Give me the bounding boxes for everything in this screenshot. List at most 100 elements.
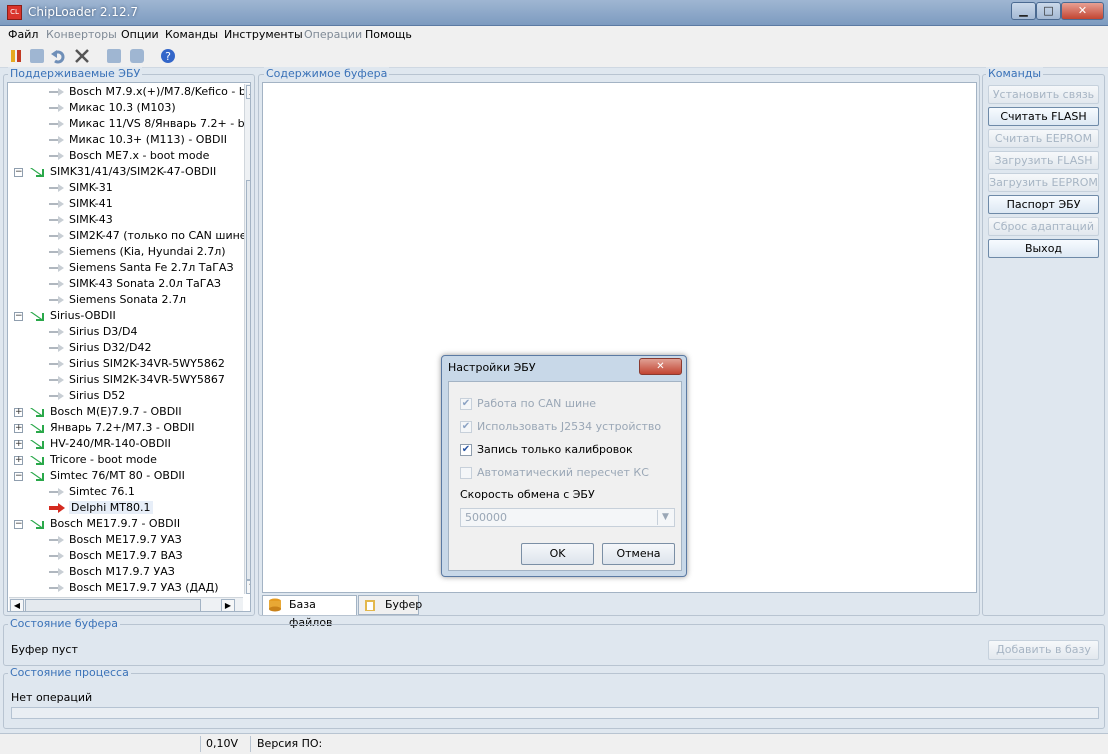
- tree-group-node[interactable]: Tricore - boot mode: [30, 452, 157, 468]
- red-arrow-icon: [49, 503, 65, 513]
- option-checkbox[interactable]: ✔: [460, 398, 472, 410]
- tree-leaf-node[interactable]: Sirius SIM2K-34VR-5WY5862: [49, 356, 225, 372]
- maximize-button[interactable]: □: [1036, 2, 1061, 20]
- menu-operations[interactable]: Операции: [304, 28, 362, 41]
- speed-select[interactable]: 500000 ▼: [460, 508, 675, 527]
- menu-tools[interactable]: Инструменты: [224, 28, 303, 41]
- tree-leaf-node[interactable]: Bosch M7.9.x(+)/M7.8/Kefico - boot mo: [49, 84, 250, 100]
- menu-options[interactable]: Опции: [121, 28, 159, 41]
- command-button[interactable]: Установить связь: [988, 85, 1099, 104]
- expand-icon[interactable]: +: [14, 408, 23, 417]
- option-label[interactable]: Работа по CAN шине: [477, 397, 596, 410]
- tab-buffer[interactable]: Буфер: [358, 595, 422, 615]
- chevron-down-icon[interactable]: ▼: [657, 510, 673, 525]
- tree-leaf-node[interactable]: Siemens (Kia, Hyundai 2.7л): [49, 244, 226, 260]
- minimize-button[interactable]: ▁: [1011, 2, 1036, 20]
- copy-icon[interactable]: [106, 48, 122, 64]
- tree-leaf-node[interactable]: Bosch ME17.9.7 УАЗ (ДАД): [49, 580, 219, 596]
- tree-leaf-node[interactable]: Sirius D32/D42: [49, 340, 151, 356]
- tree-node-label: Микас 10.3 (M103): [69, 101, 176, 114]
- tree-leaf-node[interactable]: Sirius D52: [49, 388, 125, 404]
- add-to-database-button[interactable]: Добавить в базу: [988, 640, 1099, 660]
- tree-vertical-scrollbar[interactable]: ▲ ▼: [244, 84, 250, 594]
- tree-leaf-node[interactable]: Bosch M17.9.7 УАЗ: [49, 564, 175, 580]
- menu-help[interactable]: Помощь: [365, 28, 412, 41]
- scroll-left-icon[interactable]: ◀: [10, 599, 24, 611]
- undo-icon[interactable]: [50, 48, 66, 64]
- tree-group-node[interactable]: Sirius-OBDII: [30, 308, 116, 324]
- tree-leaf-node[interactable]: Siemens Santa Fe 2.7л ТаГАЗ: [49, 260, 234, 276]
- collapse-icon[interactable]: −: [14, 520, 23, 529]
- tree-leaf-node[interactable]: Delphi MT80.1: [49, 500, 153, 516]
- scroll-down-icon[interactable]: ▼: [246, 580, 250, 594]
- tree-leaf-node[interactable]: Bosch ME17.9.7 ВАЗ: [49, 548, 183, 564]
- tree-leaf-node[interactable]: Микас 10.3 (M103): [49, 100, 176, 116]
- command-button[interactable]: Паспорт ЭБУ: [988, 195, 1099, 214]
- menu-converters[interactable]: Конверторы: [46, 28, 117, 41]
- tree-group-node[interactable]: SIMK31/41/43/SIM2K-47-OBDII: [30, 164, 216, 180]
- option-label[interactable]: Запись только калибровок: [477, 443, 633, 456]
- tree-leaf-node[interactable]: Микас 11/VS 8/Январь 7.2+ - boot m: [49, 116, 250, 132]
- status-separator: [250, 736, 251, 752]
- help-icon[interactable]: ?: [160, 48, 176, 64]
- command-button[interactable]: Загрузить EEPROM: [988, 173, 1099, 192]
- option-label[interactable]: Автоматический пересчет КС: [477, 466, 649, 479]
- save-icon[interactable]: [29, 48, 45, 64]
- expand-icon[interactable]: +: [14, 456, 23, 465]
- expand-icon[interactable]: +: [14, 424, 23, 433]
- hscroll-thumb[interactable]: [25, 599, 201, 611]
- ok-button[interactable]: OK: [521, 543, 594, 565]
- ecu-tree[interactable]: Bosch M7.9.x(+)/M7.8/Kefico - boot mo Мик…: [7, 82, 251, 612]
- command-button[interactable]: Загрузить FLASH: [988, 151, 1099, 170]
- tree-leaf-node[interactable]: SIMK-31: [49, 180, 113, 196]
- menu-file[interactable]: Файл: [8, 28, 38, 41]
- option-label[interactable]: Использовать J2534 устройство: [477, 420, 661, 433]
- tree-group-node[interactable]: HV-240/MR-140-OBDII: [30, 436, 171, 452]
- option-checkbox[interactable]: ✔: [460, 444, 472, 456]
- tree-leaf-node[interactable]: Sirius SIM2K-34VR-5WY5867: [49, 372, 225, 388]
- tools-icon[interactable]: [74, 48, 90, 64]
- tree-leaf-node[interactable]: SIMK-41: [49, 196, 113, 212]
- scroll-right-icon[interactable]: ▶: [221, 599, 235, 611]
- option-checkbox[interactable]: [460, 467, 472, 479]
- tree-group-node[interactable]: Bosch ME17.9.7 - OBDII: [30, 516, 180, 532]
- cancel-button[interactable]: Отмена: [602, 543, 675, 565]
- tree-group-node[interactable]: Bosch M(E)7.9.7 - OBDII: [30, 404, 182, 420]
- tab-file-database[interactable]: База файлов: [262, 595, 357, 629]
- dialog-close-button[interactable]: ✕: [639, 358, 682, 375]
- tree-node-label: Bosch M7.9.x(+)/M7.8/Kefico - boot mo: [69, 85, 250, 98]
- collapse-icon[interactable]: −: [14, 472, 23, 481]
- tree-leaf-node[interactable]: Siemens Sonata 2.7л: [49, 292, 186, 308]
- tree-leaf-node[interactable]: Bosch ME7.x - boot mode: [49, 148, 209, 164]
- tree-leaf-node[interactable]: SIMK-43 Sonata 2.0л ТаГАЗ: [49, 276, 221, 292]
- tree-node-label: SIMK-43: [69, 213, 113, 226]
- green-arrow-icon: [30, 456, 44, 465]
- connect-icon[interactable]: [8, 48, 24, 64]
- command-button[interactable]: Выход: [988, 239, 1099, 258]
- paste-icon[interactable]: [129, 48, 145, 64]
- tree-leaf-node[interactable]: SIMK-43: [49, 212, 113, 228]
- menu-commands[interactable]: Команды: [165, 28, 218, 41]
- close-button[interactable]: ✕: [1061, 2, 1104, 20]
- expand-icon[interactable]: +: [14, 440, 23, 449]
- green-arrow-icon: [30, 312, 44, 321]
- title-bar[interactable]: CL ChipLoader 2.12.7 ▁ □ ✕: [0, 0, 1108, 26]
- collapse-icon[interactable]: −: [14, 312, 23, 321]
- tree-leaf-node[interactable]: Микас 10.3+ (M113) - OBDII: [49, 132, 227, 148]
- option-checkbox[interactable]: ✔: [460, 421, 472, 433]
- tree-node-label: Delphi MT80.1: [69, 501, 153, 514]
- tree-leaf-node[interactable]: SIM2K-47 (только по CAN шине): [49, 228, 250, 244]
- tree-horizontal-scrollbar[interactable]: ◀ ▶: [9, 597, 243, 611]
- scroll-thumb[interactable]: [246, 180, 250, 580]
- command-button[interactable]: Считать FLASH: [988, 107, 1099, 126]
- tree-group-node[interactable]: Simtec 76/MT 80 - OBDII: [30, 468, 185, 484]
- command-button[interactable]: Считать EEPROM: [988, 129, 1099, 148]
- scroll-up-icon[interactable]: ▲: [246, 85, 250, 99]
- gray-arrow-icon: [49, 152, 64, 160]
- command-button[interactable]: Сброс адаптаций: [988, 217, 1099, 236]
- tree-leaf-node[interactable]: Sirius D3/D4: [49, 324, 137, 340]
- tree-group-node[interactable]: Январь 7.2+/M7.3 - OBDII: [30, 420, 195, 436]
- tree-leaf-node[interactable]: Bosch ME17.9.7 УАЗ: [49, 532, 182, 548]
- tree-leaf-node[interactable]: Simtec 76.1: [49, 484, 135, 500]
- collapse-icon[interactable]: −: [14, 168, 23, 177]
